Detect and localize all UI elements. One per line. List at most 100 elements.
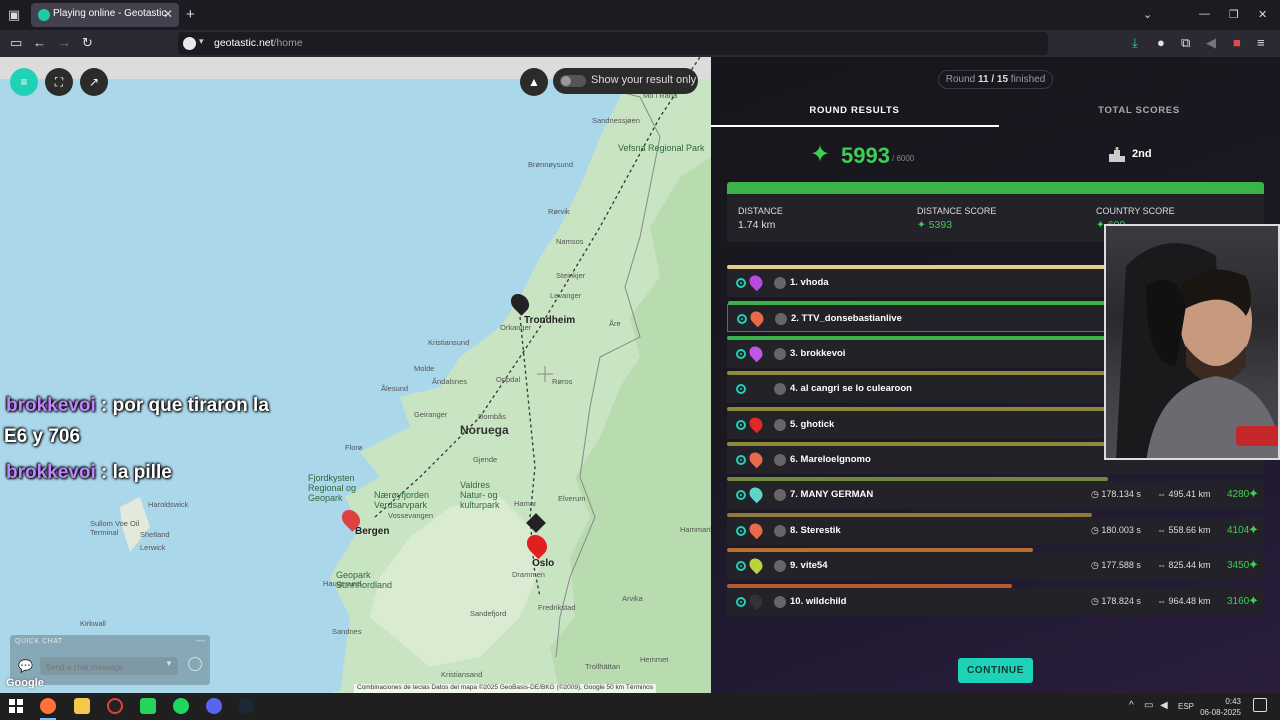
tab-total-scores[interactable]: TOTAL SCORES (998, 105, 1280, 116)
guess-points: 4104 (1227, 524, 1250, 536)
place-label: Sandefjord (470, 609, 507, 618)
eye-icon[interactable] (736, 278, 746, 288)
result-row[interactable]: 8. Sterestik ◷ 180.003 s ⇔ 558.66 km 4104 ✦ (727, 512, 1264, 545)
speaker-icon[interactable]: ◀ (1206, 36, 1216, 50)
player-name: 4. al cangri se lo culearoon (790, 383, 912, 395)
open-external-icon[interactable]: ↗ (80, 68, 108, 96)
city-label-oslo: Oslo (532, 558, 555, 569)
emoji-icon[interactable] (188, 657, 202, 671)
discord-icon[interactable] (206, 698, 222, 714)
guess-time-value: 178.134 s (1101, 489, 1141, 500)
firefox-icon[interactable] (40, 698, 56, 714)
distance-value: 1.74 km (738, 219, 776, 231)
result-row[interactable]: 9. vite54 ◷ 177.588 s ⇔ 825.44 km 3450 ✦ (727, 548, 1264, 581)
eye-icon[interactable] (736, 384, 746, 395)
url-bar[interactable]: ▾ geotastic.net/home (178, 32, 1048, 55)
close-tab-icon[interactable]: ✕ (163, 7, 173, 21)
restore-icon[interactable]: ❐ (1229, 8, 1239, 21)
account-icon[interactable]: ● (1157, 36, 1165, 50)
notification-icon[interactable] (1253, 698, 1267, 712)
eye-icon[interactable] (737, 314, 747, 325)
menu-icon[interactable]: ≡ (10, 68, 38, 96)
tab-round-results[interactable]: ROUND RESULTS (711, 105, 998, 116)
flag-icon (774, 560, 786, 573)
network-icon[interactable]: ▭ (1144, 700, 1153, 711)
chat-message: E6 y 706 (4, 426, 81, 447)
star-icon: ✦ (810, 141, 831, 168)
chat-line: brokkevoi : la pille (6, 462, 172, 484)
app-icon[interactable] (107, 698, 123, 714)
google-logo: Google (6, 677, 44, 689)
eye-icon[interactable] (736, 561, 746, 572)
menu-icon[interactable]: ≡ (1257, 36, 1265, 50)
place-label: Dombås (478, 412, 506, 421)
tray-chevron-icon[interactable]: ^ (1129, 700, 1134, 711)
minimize-icon[interactable]: — (1199, 8, 1210, 20)
sidebar-icon[interactable]: ▭ (10, 36, 22, 50)
reload-icon[interactable]: ↻ (82, 36, 93, 50)
chat-message-input[interactable] (40, 658, 178, 677)
tab-overview-icon[interactable]: ▣ (6, 7, 22, 23)
clock[interactable]: 0:43 06-08-2025 (1196, 696, 1241, 718)
map-canvas (0, 57, 711, 693)
site-info-icon[interactable] (183, 37, 196, 50)
place-label: Ålesund (381, 384, 409, 393)
fullscreen-icon[interactable]: ⛶ (45, 68, 73, 96)
star-icon: ✦ (1248, 521, 1259, 537)
place-label: Shetland (140, 530, 170, 539)
place-label: Steinkjer (556, 271, 586, 280)
player-pin-icon (746, 555, 766, 575)
place-label: Åre (609, 319, 621, 328)
place-label: Åndalsnes (432, 377, 468, 386)
toggle-switch[interactable] (560, 75, 586, 87)
eye-icon[interactable] (736, 455, 746, 465)
star-icon: ✦ (1248, 592, 1259, 608)
eye-icon[interactable] (736, 348, 746, 359)
eye-icon[interactable] (736, 596, 746, 607)
city-label-trondheim: Trondheim (524, 315, 576, 326)
chat-username: brokkevoi (6, 395, 96, 416)
score-bar (727, 477, 1109, 482)
terrain-icon[interactable]: ▲ (520, 68, 548, 96)
back-icon[interactable]: ← (33, 36, 46, 50)
eye-icon[interactable] (736, 490, 746, 501)
place-label: Elverum (558, 494, 586, 503)
start-icon[interactable] (9, 699, 23, 713)
map-view[interactable]: Noruega Trondheim Bergen Oslo Mo i Rana … (0, 57, 711, 693)
clock-icon: ◷ (1091, 595, 1102, 606)
list-tabs-icon[interactable]: ⌄ (1143, 8, 1152, 21)
chevron-down-icon[interactable]: ▾ (199, 36, 204, 47)
new-tab-icon[interactable]: + (186, 6, 195, 23)
place-label: Geiranger (414, 410, 448, 419)
extensions-icon[interactable]: ⧉ (1181, 36, 1190, 50)
spotify-icon[interactable] (173, 698, 189, 714)
webcam-overlay (1104, 224, 1280, 460)
show-result-only-toggle[interactable]: Show your result only (553, 68, 698, 94)
eye-icon[interactable] (736, 419, 746, 430)
place-label: Trollhättan (585, 662, 621, 671)
close-window-icon[interactable]: ✕ (1258, 8, 1267, 21)
file-explorer-icon[interactable] (74, 698, 90, 714)
chevron-down-icon[interactable]: ▼ (165, 659, 173, 668)
language-indicator[interactable]: ESP (1178, 702, 1194, 711)
result-row[interactable]: 10. wildchild ◷ 178.824 s ⇔ 964.48 km 3160 ✦ (727, 583, 1264, 616)
distance-score-label: DISTANCE SCORE (917, 206, 997, 216)
steam-icon[interactable] (238, 698, 254, 714)
result-row[interactable]: 7. MANY GERMAN ◷ 178.134 s ⇔ 495.41 km 4280… (727, 477, 1264, 510)
place-label: Orkanger (500, 323, 532, 332)
country-score-label: COUNTRY SCORE (1096, 206, 1175, 216)
continue-button[interactable]: CONTINUE (958, 658, 1033, 683)
chat-message-field[interactable] (40, 657, 178, 677)
chat-bubble-icon: 💬 (18, 659, 33, 673)
place-label: Lerwick (140, 543, 166, 552)
place-label: Sandnes (332, 627, 362, 636)
forward-icon[interactable]: → (58, 36, 71, 50)
url-text[interactable]: geotastic.net/home (214, 37, 303, 49)
downloads-icon[interactable]: ⤓ (1132, 36, 1138, 50)
kick-icon[interactable] (140, 698, 156, 714)
browser-tab[interactable]: Playing online - Geotastic ✕ (31, 3, 179, 27)
eye-icon[interactable] (736, 525, 746, 536)
volume-icon[interactable]: ◀ (1160, 700, 1168, 711)
extension-badge-icon[interactable]: ■ (1233, 36, 1241, 50)
collapse-icon[interactable]: — (196, 635, 205, 645)
